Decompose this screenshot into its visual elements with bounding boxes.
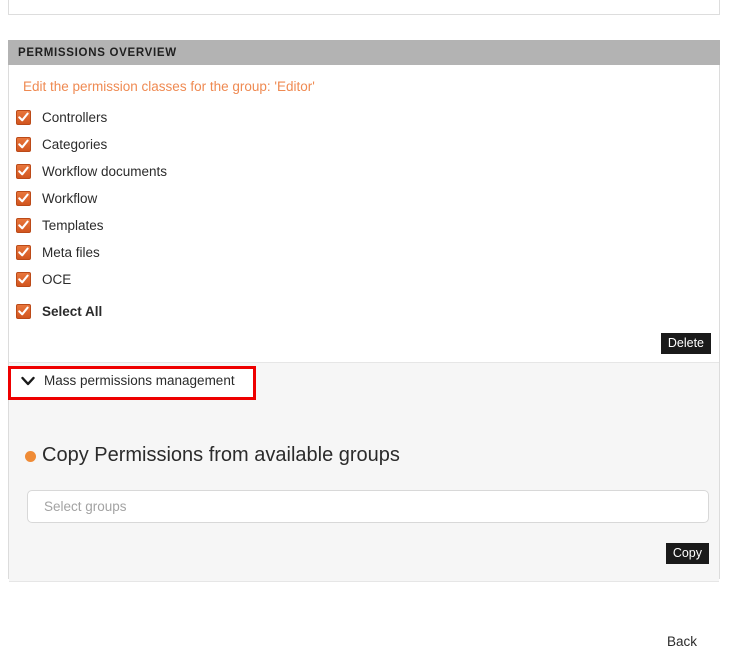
mass-toggle-wrapper: Mass permissions management bbox=[8, 363, 719, 401]
checkbox-select-all[interactable] bbox=[16, 304, 31, 319]
permission-label: Templates bbox=[42, 218, 104, 233]
checkbox-templates[interactable] bbox=[16, 218, 31, 233]
previous-panel-remnant bbox=[8, 0, 720, 15]
copy-button-row: Copy bbox=[9, 523, 719, 564]
permission-row-controllers[interactable]: Controllers bbox=[16, 104, 719, 131]
checkbox-oce[interactable] bbox=[16, 272, 31, 287]
permissions-overview-panel: PERMISSIONS OVERVIEW Edit the permission… bbox=[8, 40, 720, 649]
permission-label: Workflow bbox=[42, 191, 98, 206]
mass-permissions-section: Mass permissions management Copy Permiss… bbox=[8, 362, 719, 582]
permission-row-oce[interactable]: OCE bbox=[16, 266, 719, 293]
panel-body: Edit the permission classes for the grou… bbox=[8, 65, 720, 649]
checkbox-controllers[interactable] bbox=[16, 110, 31, 125]
page-title: PERMISSIONS OVERVIEW bbox=[18, 46, 177, 59]
orange-dot-icon bbox=[25, 451, 36, 462]
chevron-down-icon bbox=[21, 376, 35, 386]
checkbox-workflow-documents[interactable] bbox=[16, 164, 31, 179]
checkbox-meta-files[interactable] bbox=[16, 245, 31, 260]
permission-row-categories[interactable]: Categories bbox=[16, 131, 719, 158]
intro-note: Edit the permission classes for the grou… bbox=[23, 79, 315, 94]
permission-row-workflow-documents[interactable]: Workflow documents bbox=[16, 158, 719, 185]
checkbox-categories[interactable] bbox=[16, 137, 31, 152]
copy-permissions-heading: Copy Permissions from available groups bbox=[9, 401, 719, 467]
permission-label: Controllers bbox=[42, 110, 108, 125]
back-link[interactable]: Back bbox=[667, 634, 697, 649]
panel-inner-divider bbox=[9, 0, 740, 14]
checkbox-workflow[interactable] bbox=[16, 191, 31, 206]
select-groups-field[interactable] bbox=[27, 490, 709, 523]
panel-header: PERMISSIONS OVERVIEW bbox=[8, 40, 720, 65]
mass-permissions-toggle[interactable]: Mass permissions management bbox=[21, 373, 235, 388]
permission-row-meta-files[interactable]: Meta files bbox=[16, 239, 719, 266]
permission-label: Meta files bbox=[42, 245, 100, 260]
select-all-label: Select All bbox=[42, 304, 103, 319]
mass-permissions-toggle-label: Mass permissions management bbox=[44, 373, 235, 388]
permission-class-list: Controllers Categories Workflow document… bbox=[9, 100, 719, 325]
permission-row-templates[interactable]: Templates bbox=[16, 212, 719, 239]
permission-row-workflow[interactable]: Workflow bbox=[16, 185, 719, 212]
permission-label: Categories bbox=[42, 137, 108, 152]
panel-footer: Back bbox=[9, 583, 719, 649]
permission-row-select-all[interactable]: Select All bbox=[16, 298, 719, 325]
select-groups-input[interactable] bbox=[42, 498, 708, 515]
copy-permissions-heading-label: Copy Permissions from available groups bbox=[42, 444, 400, 466]
copy-button[interactable]: Copy bbox=[665, 543, 709, 564]
permission-label: Workflow documents bbox=[42, 164, 168, 179]
permission-label: OCE bbox=[42, 272, 72, 287]
delete-button[interactable]: Delete bbox=[660, 333, 711, 354]
delete-button-row: Delete bbox=[660, 333, 711, 354]
